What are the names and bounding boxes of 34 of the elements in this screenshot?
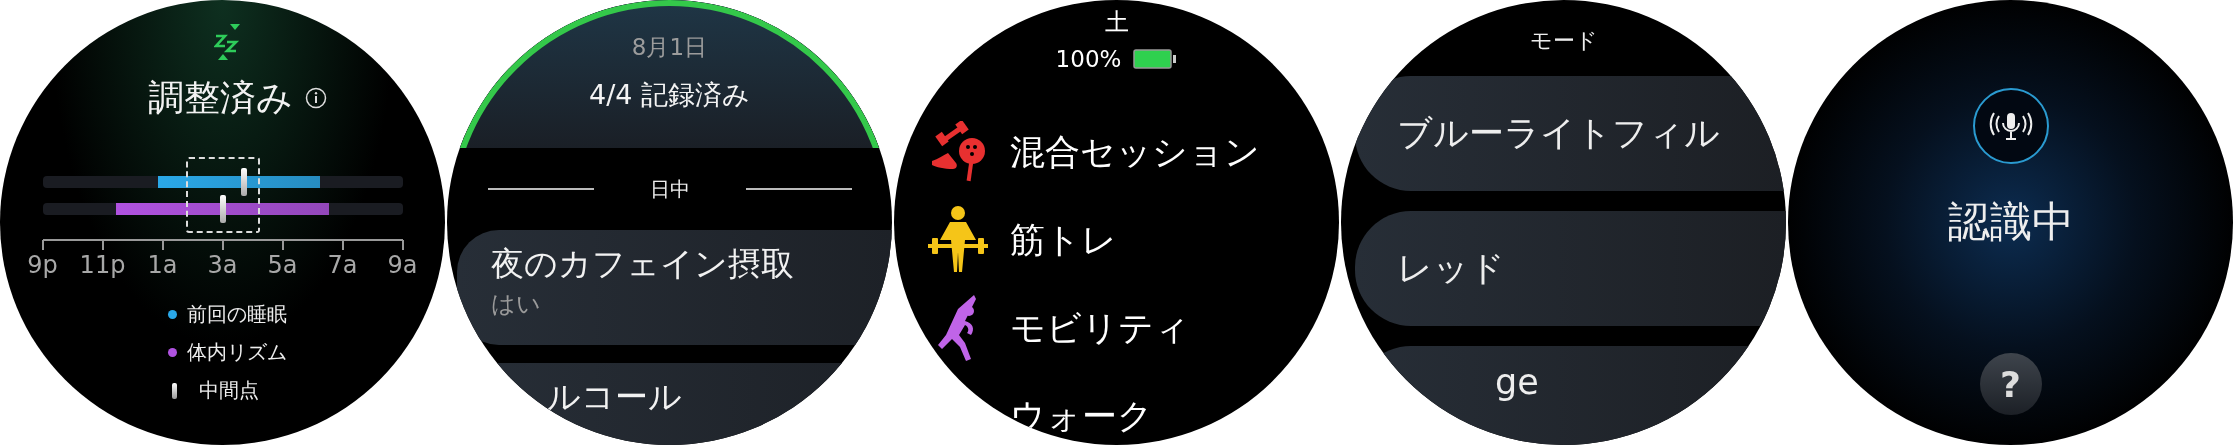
axis-label: 9a [386,250,419,280]
date-label: 8月1日 [631,33,708,62]
midpoint-legend-icon [172,382,177,399]
workout-item[interactable]: 混合セッション [926,108,1339,196]
microphone-icon [1988,111,2033,141]
status-text: 認識中 [1947,196,2074,248]
option-item[interactable]: レッド [1355,211,1786,326]
day-label: 土 [1104,7,1129,38]
legend-label: 体内リズム [187,339,287,367]
midpoint-marker [241,167,248,196]
axis-label: 1a [146,250,179,280]
legend-label: 中間点 [199,377,259,405]
workout-item[interactable]: 筋トレ [926,196,1339,284]
axis-label: 11p [78,250,127,280]
axis-label: 5a [266,250,299,280]
weightlifter-icon [926,206,990,274]
log-item[interactable]: 夜のカフェイン摂取 はい [457,230,892,345]
screen-title: モード [1529,27,1598,55]
midpoint-marker [219,194,226,223]
section-heading: 日中 [649,175,690,203]
sleep-icon [213,22,240,62]
screen-title: 調整済み [148,78,293,118]
stretching-figure-icon [938,295,978,361]
axis-label: 3a [206,250,239,280]
log-summary: 4/4 記録済み [588,78,750,112]
help-button[interactable]: ? [1979,353,2042,415]
axis-label: 7a [326,250,359,280]
battery-percent: 100% [1055,46,1122,72]
option-item[interactable]: ブルーライトフィル [1355,76,1786,191]
legend-label: 前回の睡眠 [187,301,287,329]
battery-icon [1133,49,1178,69]
workout-item[interactable]: モビリティ [926,284,1339,372]
info-icon[interactable] [305,86,327,109]
axis-label: 9p [26,250,59,280]
